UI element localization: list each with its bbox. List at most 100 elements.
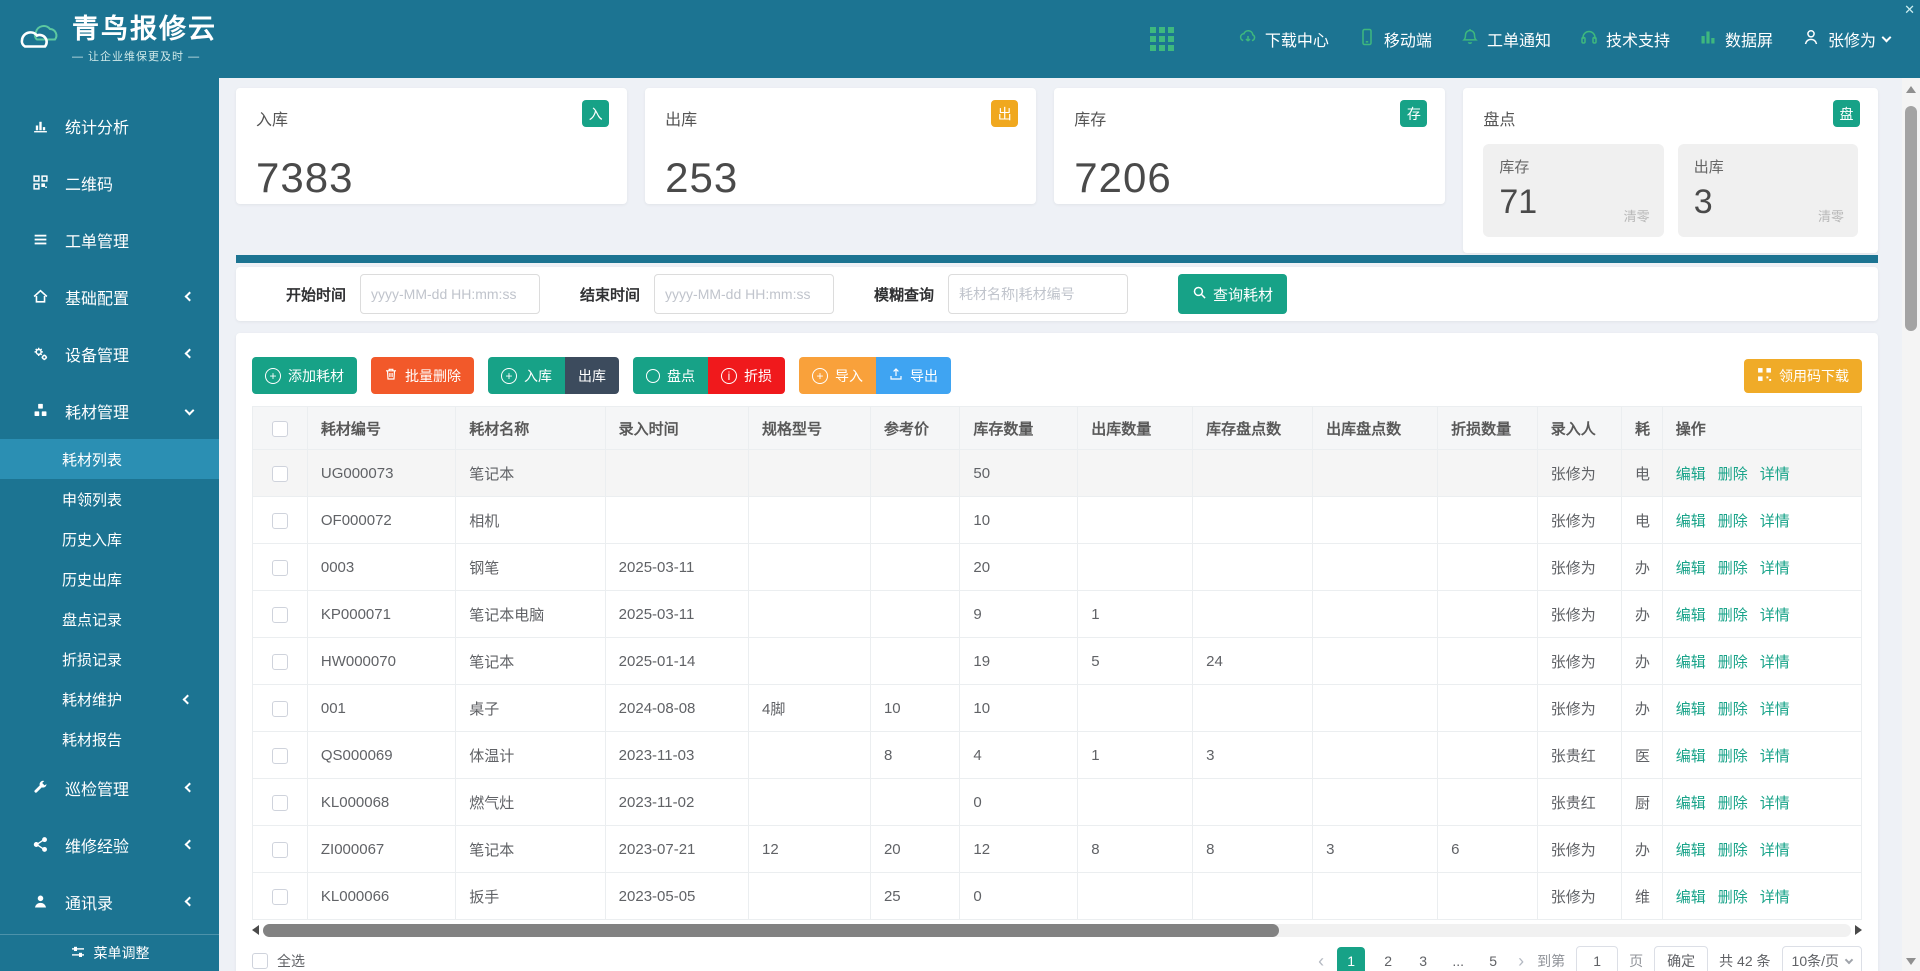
page-2-button[interactable]: 2 bbox=[1376, 947, 1400, 971]
details-link[interactable]: 详情 bbox=[1760, 607, 1790, 624]
edit-link[interactable]: 编辑 bbox=[1676, 889, 1706, 906]
row-checkbox[interactable] bbox=[272, 607, 288, 623]
user-menu[interactable]: 张修为 bbox=[1801, 27, 1890, 52]
sidebar-item-contacts[interactable]: 通讯录 bbox=[0, 873, 219, 930]
details-link[interactable]: 详情 bbox=[1760, 795, 1790, 812]
batch-delete-button[interactable]: 批量删除 bbox=[371, 357, 474, 394]
next-page-button[interactable]: › bbox=[1516, 951, 1526, 971]
page-5-button[interactable]: 5 bbox=[1481, 947, 1505, 971]
nav-workorder-notice[interactable]: 工单通知 bbox=[1460, 27, 1551, 52]
search-consumables-button[interactable]: 查询耗材 bbox=[1178, 274, 1287, 314]
delete-link[interactable]: 删除 bbox=[1718, 889, 1748, 906]
scroll-right-icon[interactable] bbox=[1855, 925, 1862, 935]
row-checkbox[interactable] bbox=[272, 560, 288, 576]
scroll-up-icon[interactable] bbox=[1906, 86, 1916, 93]
nav-data-screen[interactable]: 数据屏 bbox=[1698, 27, 1773, 52]
row-checkbox[interactable] bbox=[272, 842, 288, 858]
sidebar-subitem-consumable-list[interactable]: 耗材列表 bbox=[0, 439, 219, 479]
edit-link[interactable]: 编辑 bbox=[1676, 466, 1706, 483]
export-button[interactable]: 导出 bbox=[876, 357, 951, 394]
close-icon[interactable]: ✕ bbox=[1904, 2, 1915, 18]
sidebar-subitem-history-out[interactable]: 历史出库 bbox=[0, 559, 219, 599]
add-consumable-button[interactable]: + 添加耗材 bbox=[252, 357, 357, 394]
select-all-footer-checkbox[interactable] bbox=[252, 953, 268, 969]
edit-link[interactable]: 编辑 bbox=[1676, 842, 1706, 859]
details-link[interactable]: 详情 bbox=[1760, 701, 1790, 718]
hscroll-thumb[interactable] bbox=[263, 924, 1279, 937]
vscroll-thumb[interactable] bbox=[1905, 106, 1917, 331]
nav-tech-support[interactable]: 技术支持 bbox=[1579, 27, 1670, 52]
details-link[interactable]: 详情 bbox=[1760, 654, 1790, 671]
start-time-input[interactable] bbox=[360, 274, 540, 314]
details-link[interactable]: 详情 bbox=[1760, 748, 1790, 765]
edit-link[interactable]: 编辑 bbox=[1676, 560, 1706, 577]
horizontal-scrollbar[interactable] bbox=[252, 923, 1862, 937]
row-checkbox[interactable] bbox=[272, 466, 288, 482]
sidebar-item-repair-experience[interactable]: 维修经验 bbox=[0, 816, 219, 873]
sidebar-subitem-claim-list[interactable]: 申领列表 bbox=[0, 479, 219, 519]
delete-link[interactable]: 删除 bbox=[1718, 795, 1748, 812]
details-link[interactable]: 详情 bbox=[1760, 889, 1790, 906]
edit-link[interactable]: 编辑 bbox=[1676, 607, 1706, 624]
select-all-checkbox[interactable] bbox=[272, 421, 288, 437]
sidebar-subitem-damage-records[interactable]: 折损记录 bbox=[0, 639, 219, 679]
confirm-page-button[interactable]: 确定 bbox=[1654, 946, 1708, 971]
delete-link[interactable]: 删除 bbox=[1718, 513, 1748, 530]
stock-in-button[interactable]: + 入库 bbox=[488, 357, 565, 394]
scroll-left-icon[interactable] bbox=[252, 925, 259, 935]
delete-link[interactable]: 删除 bbox=[1718, 466, 1748, 483]
edit-link[interactable]: 编辑 bbox=[1676, 701, 1706, 718]
sidebar-item-consumables[interactable]: 耗材管理 bbox=[0, 382, 219, 439]
row-checkbox[interactable] bbox=[272, 748, 288, 764]
nav-download-center[interactable]: 下载中心 bbox=[1238, 27, 1329, 52]
sidebar-item-stats[interactable]: 统计分析 bbox=[0, 97, 219, 154]
stock-out-button[interactable]: 出库 bbox=[565, 357, 619, 394]
sidebar-item-inspection[interactable]: 巡检管理 bbox=[0, 759, 219, 816]
import-button[interactable]: + 导入 bbox=[799, 357, 876, 394]
stocktake-button[interactable]: 盘点 bbox=[633, 357, 708, 394]
edit-link[interactable]: 编辑 bbox=[1676, 654, 1706, 671]
edit-link[interactable]: 编辑 bbox=[1676, 795, 1706, 812]
sidebar-item-workorders[interactable]: 工单管理 bbox=[0, 211, 219, 268]
details-link[interactable]: 详情 bbox=[1760, 466, 1790, 483]
sidebar-subitem-report[interactable]: 耗材报告 bbox=[0, 719, 219, 759]
row-checkbox[interactable] bbox=[272, 654, 288, 670]
delete-link[interactable]: 删除 bbox=[1718, 607, 1748, 624]
delete-link[interactable]: 删除 bbox=[1718, 701, 1748, 718]
row-checkbox[interactable] bbox=[272, 513, 288, 529]
row-checkbox[interactable] bbox=[272, 701, 288, 717]
delete-link[interactable]: 删除 bbox=[1718, 654, 1748, 671]
row-checkbox[interactable] bbox=[272, 795, 288, 811]
page-3-button[interactable]: 3 bbox=[1411, 947, 1435, 971]
page-size-select[interactable]: 10条/页 bbox=[1782, 946, 1862, 971]
row-checkbox[interactable] bbox=[272, 889, 288, 905]
menu-adjust-button[interactable]: 菜单调整 bbox=[0, 934, 219, 971]
vertical-scrollbar[interactable] bbox=[1902, 78, 1920, 971]
goto-page-input[interactable] bbox=[1576, 946, 1618, 971]
end-time-input[interactable] bbox=[654, 274, 834, 314]
sidebar-subitem-history-in[interactable]: 历史入库 bbox=[0, 519, 219, 559]
clear-outbound-link[interactable]: 清零 bbox=[1818, 206, 1844, 225]
edit-link[interactable]: 编辑 bbox=[1676, 748, 1706, 765]
sidebar-item-qrcode[interactable]: 二维码 bbox=[0, 154, 219, 211]
delete-link[interactable]: 删除 bbox=[1718, 560, 1748, 577]
delete-link[interactable]: 删除 bbox=[1718, 748, 1748, 765]
details-link[interactable]: 详情 bbox=[1760, 842, 1790, 859]
sidebar-subitem-check-records[interactable]: 盘点记录 bbox=[0, 599, 219, 639]
sidebar-item-equipment[interactable]: 设备管理 bbox=[0, 325, 219, 382]
page-1-button[interactable]: 1 bbox=[1337, 947, 1365, 971]
details-link[interactable]: 详情 bbox=[1760, 560, 1790, 577]
nav-mobile[interactable]: 移动端 bbox=[1357, 27, 1432, 52]
prev-page-button[interactable]: ‹ bbox=[1316, 951, 1326, 971]
delete-link[interactable]: 删除 bbox=[1718, 842, 1748, 859]
apps-grid-icon[interactable] bbox=[1150, 27, 1174, 51]
sidebar-subitem-maintenance[interactable]: 耗材维护 bbox=[0, 679, 219, 719]
fuzzy-search-input[interactable] bbox=[948, 274, 1128, 314]
hscroll-track[interactable] bbox=[263, 924, 1851, 937]
damage-button[interactable]: i 折损 bbox=[708, 357, 785, 394]
scroll-down-icon[interactable] bbox=[1906, 958, 1916, 965]
claim-code-download-button[interactable]: 领用码下载 bbox=[1744, 359, 1862, 393]
details-link[interactable]: 详情 bbox=[1760, 513, 1790, 530]
edit-link[interactable]: 编辑 bbox=[1676, 513, 1706, 530]
clear-stock-link[interactable]: 清零 bbox=[1624, 206, 1650, 225]
